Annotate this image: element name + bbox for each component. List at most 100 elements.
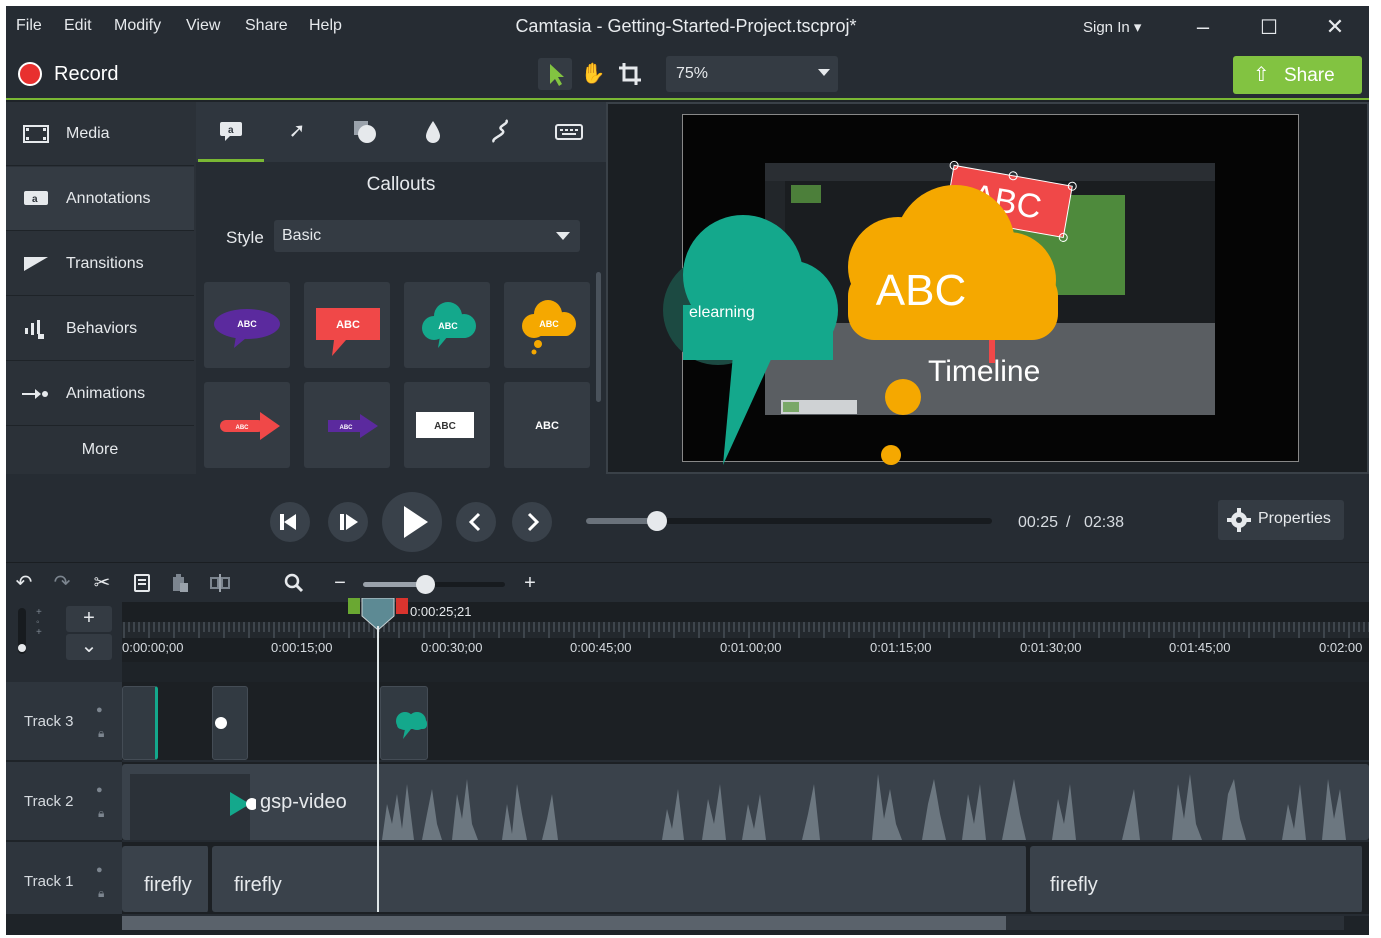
pan-hand-icon[interactable]: ✋ bbox=[576, 58, 610, 90]
menu-bar: File Edit Modify View Share Help Camtasi… bbox=[6, 6, 1369, 48]
play-button[interactable] bbox=[382, 492, 442, 552]
sidebar-item-annotations[interactable]: a Annotations bbox=[6, 167, 194, 231]
sidebar-item-transitions[interactable]: Transitions bbox=[6, 232, 194, 296]
clip-label: firefly bbox=[1050, 874, 1098, 896]
menu-modify[interactable]: Modify bbox=[114, 17, 161, 35]
callout-tile-purple-arrow[interactable]: ABC bbox=[304, 382, 390, 468]
sidebar-item-label: Animations bbox=[66, 385, 146, 402]
cut-scissors-icon[interactable]: ✂ bbox=[90, 571, 114, 595]
scrub-progress bbox=[586, 518, 656, 524]
timeline-zoom-handle[interactable] bbox=[416, 575, 435, 594]
properties-button[interactable]: Properties bbox=[1218, 500, 1344, 540]
menu-file[interactable]: File bbox=[16, 17, 42, 35]
maximize-icon[interactable]: ☐ bbox=[1254, 15, 1284, 40]
keystroke-tab-icon[interactable] bbox=[536, 102, 602, 162]
callout-tile-cloud[interactable]: ABC bbox=[404, 282, 490, 368]
add-track-button[interactable]: + bbox=[66, 606, 112, 632]
firefly-clip-2[interactable]: firefly bbox=[212, 846, 1028, 912]
playback-controls: 00:25 / 02:38 Properties bbox=[6, 474, 1369, 562]
search-icon[interactable] bbox=[282, 571, 306, 595]
share-button[interactable]: ⇧ Share bbox=[1233, 56, 1362, 94]
undo-icon[interactable]: ↶ bbox=[12, 571, 36, 595]
ruler-label: 0:00:45;00 bbox=[570, 640, 632, 655]
share-upload-icon: ⇧ bbox=[1253, 64, 1270, 86]
sketch-motion-tab-icon[interactable] bbox=[468, 102, 534, 162]
copy-icon[interactable] bbox=[130, 571, 154, 595]
canvas-preview: elearning ABC ABC Timeline bbox=[606, 102, 1369, 474]
svg-text:a: a bbox=[32, 194, 38, 205]
clip-keyframe-icon bbox=[215, 717, 227, 729]
sign-in-button[interactable]: Sign In ▾ bbox=[1083, 18, 1141, 36]
blur-drop-tab-icon[interactable] bbox=[400, 102, 466, 162]
zoom-dropdown[interactable]: 75% bbox=[666, 56, 838, 92]
next-marker-button[interactable] bbox=[512, 502, 552, 542]
tools-sidebar: Media a Annotations Transitions Behavior… bbox=[6, 102, 196, 474]
annotation-clip[interactable] bbox=[212, 686, 248, 760]
callout-clip[interactable] bbox=[122, 686, 158, 760]
firefly-clip-3[interactable]: firefly bbox=[1030, 846, 1364, 912]
previous-marker-button[interactable] bbox=[456, 502, 496, 542]
timeline-ruler[interactable]: 0:00:00;00 0:00:15;00 0:00:30;00 0:00:45… bbox=[122, 602, 1369, 662]
lock-icon[interactable]: 🔒︎ bbox=[98, 806, 104, 821]
crop-icon[interactable] bbox=[614, 58, 648, 90]
track-header-3[interactable]: Track 3 ● 🔒︎ bbox=[6, 682, 122, 762]
tile-text: ABC bbox=[434, 421, 456, 432]
track-header-2[interactable]: Track 2 ● 🔒︎ bbox=[6, 762, 122, 842]
next-frame-button[interactable] bbox=[328, 502, 368, 542]
callout-tile-thought-cloud[interactable]: ABC bbox=[504, 282, 590, 368]
callout-tile-box[interactable]: ABC bbox=[404, 382, 490, 468]
redo-icon[interactable]: ↷ bbox=[50, 571, 74, 595]
close-icon[interactable]: ✕ bbox=[1320, 14, 1350, 40]
previous-frame-button[interactable] bbox=[270, 502, 310, 542]
animation-arrow-icon bbox=[22, 389, 48, 399]
lock-icon[interactable]: 🔒︎ bbox=[98, 726, 104, 741]
timeline-toolbar: ↶ ↷ ✂ − + bbox=[6, 562, 1369, 602]
ruler-label: 0:01:00;00 bbox=[720, 640, 782, 655]
eye-icon[interactable]: ● bbox=[96, 864, 103, 876]
callout-tile-text[interactable]: ABC bbox=[504, 382, 590, 468]
select-tool-icon[interactable] bbox=[538, 58, 572, 90]
video-canvas[interactable]: elearning ABC ABC Timeline bbox=[663, 114, 1299, 465]
split-icon[interactable] bbox=[208, 571, 232, 595]
callout-tile-rect-speech[interactable]: ABC bbox=[304, 282, 390, 368]
ruler-label: 0:00:00;00 bbox=[122, 640, 184, 655]
total-time: 02:38 bbox=[1084, 514, 1125, 531]
current-time: 00:25 bbox=[1018, 514, 1059, 531]
zoom-out-icon[interactable]: − bbox=[328, 571, 352, 595]
track-lane-3[interactable] bbox=[122, 682, 1369, 762]
lock-icon[interactable]: 🔒︎ bbox=[98, 886, 104, 901]
collapse-tracks-button[interactable]: ⌄ bbox=[66, 634, 112, 660]
sidebar-item-media[interactable]: Media bbox=[6, 102, 194, 166]
film-icon bbox=[23, 125, 49, 143]
style-dropdown[interactable]: Basic bbox=[274, 220, 580, 252]
zoom-in-icon[interactable]: + bbox=[518, 571, 542, 595]
track-lane-2[interactable]: gsp-video bbox=[122, 762, 1369, 842]
menu-help[interactable]: Help bbox=[309, 17, 342, 35]
sidebar-item-behaviors[interactable]: Behaviors bbox=[6, 297, 194, 361]
sidebar-item-animations[interactable]: Animations bbox=[6, 362, 194, 426]
callout-tile-red-arrow[interactable]: ABC bbox=[204, 382, 290, 468]
menu-edit[interactable]: Edit bbox=[64, 17, 92, 35]
scrub-handle[interactable] bbox=[647, 511, 667, 531]
arrow-tab-icon[interactable]: ➚ bbox=[264, 102, 330, 162]
shape-tab-icon[interactable] bbox=[332, 102, 398, 162]
cloud-callout-clip[interactable] bbox=[380, 686, 428, 760]
panel-scrollbar[interactable] bbox=[596, 272, 601, 402]
callout-tile-speech-bubble[interactable]: ABC bbox=[204, 282, 290, 368]
sign-in-label: Sign In bbox=[1083, 19, 1130, 36]
track-height-handle[interactable] bbox=[18, 644, 26, 652]
firefly-clip-1[interactable]: firefly bbox=[122, 846, 210, 912]
more-button[interactable]: More bbox=[6, 432, 194, 468]
paste-icon[interactable] bbox=[168, 571, 192, 595]
menu-share[interactable]: Share bbox=[245, 17, 288, 35]
callout-tab-icon[interactable]: a bbox=[198, 102, 264, 162]
eye-icon[interactable]: ● bbox=[96, 704, 103, 716]
gsp-video-clip[interactable]: gsp-video bbox=[122, 764, 1369, 840]
track-lane-1[interactable]: firefly firefly firefly bbox=[122, 842, 1369, 916]
eye-icon[interactable]: ● bbox=[96, 784, 103, 796]
track-header-1[interactable]: Track 1 ● 🔒︎ bbox=[6, 842, 122, 916]
minimize-icon[interactable]: – bbox=[1188, 14, 1218, 40]
ruler-label: 0:02:00 bbox=[1319, 640, 1363, 655]
menu-view[interactable]: View bbox=[186, 17, 220, 35]
timeline-scroll-thumb[interactable] bbox=[122, 916, 1006, 930]
